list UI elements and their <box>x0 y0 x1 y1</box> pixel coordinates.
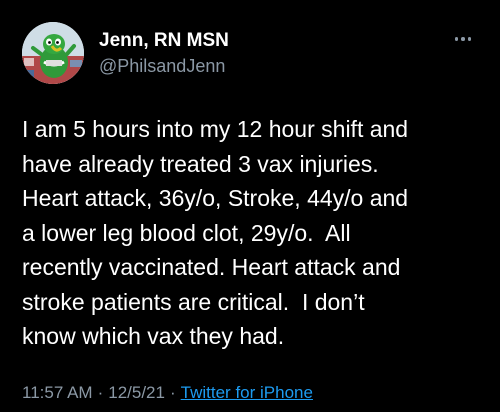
tweet-metadata: 11:57 AM · 12/5/21 · Twitter for iPhone <box>22 383 313 403</box>
tweet-text: I am 5 hours into my 12 hour shift and h… <box>22 112 492 354</box>
tweet-text-line: I am 5 hours into my 12 hour shift and <box>22 116 409 142</box>
more-horizontal-icon-dot <box>461 37 465 41</box>
author-display-name[interactable]: Jenn, RN MSN <box>99 30 229 52</box>
tweet-text-line: know which vax they had. <box>22 323 285 349</box>
tweet-text-line: stroke patients are critical. I don’t <box>22 288 365 315</box>
tweet-source-link[interactable]: Twitter for iPhone <box>181 383 313 402</box>
tweet-card: Jenn, RN MSN @PhilsandJenn I am 5 hours … <box>0 0 500 412</box>
more-options-button[interactable] <box>448 28 478 50</box>
meta-separator: · <box>97 383 104 402</box>
tweet-text-line: recently vaccinated. Heart attack and <box>22 254 401 280</box>
tweet-text-line: a lower leg blood clot, 29y/o. All <box>22 219 351 246</box>
author-handle[interactable]: @PhilsandJenn <box>99 56 225 77</box>
more-horizontal-icon <box>454 37 459 41</box>
tweet-text-line: Heart attack, 36y/o, Stroke, 44y/o and <box>22 185 409 211</box>
tweet-date[interactable]: 12/5/21 <box>108 383 165 402</box>
tweet-time[interactable]: 11:57 AM <box>22 383 93 402</box>
tweet-text-line: have already treated 3 vax injuries. <box>22 150 379 177</box>
mascot-avatar-image <box>22 22 84 84</box>
more-horizontal-icon-dot <box>467 37 472 41</box>
meta-separator: · <box>169 383 176 402</box>
avatar[interactable] <box>22 22 84 84</box>
